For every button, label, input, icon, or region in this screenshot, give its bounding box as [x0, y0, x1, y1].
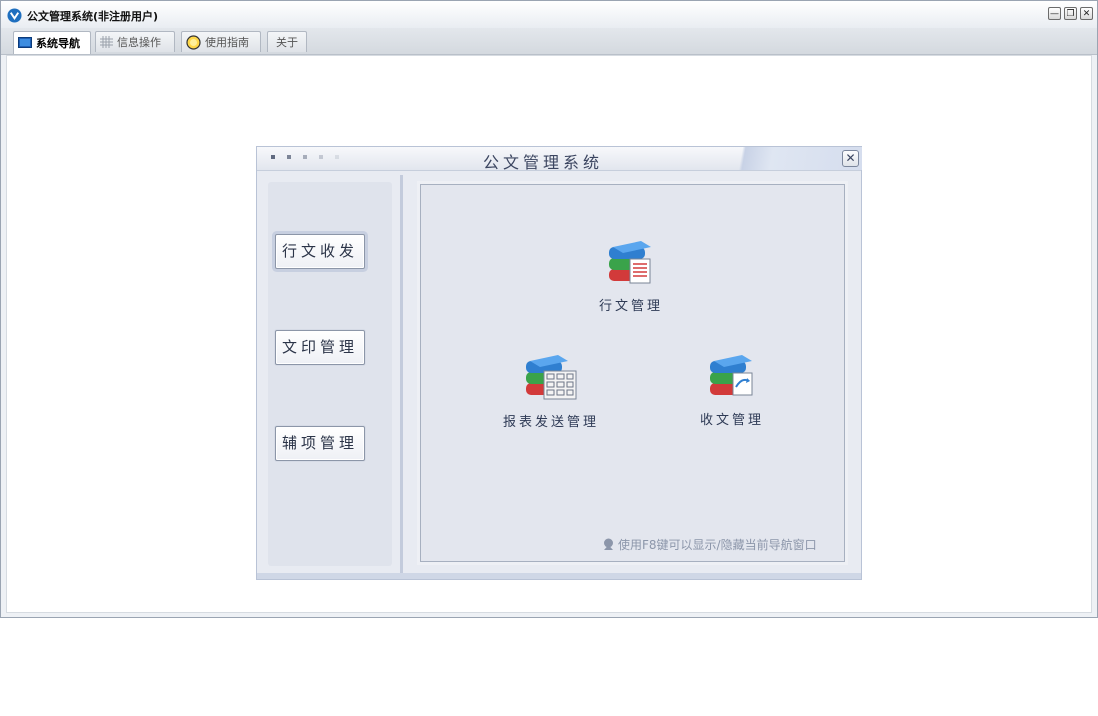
f8-hint: 使用F8键可以显示/隐藏当前导航窗口: [602, 536, 817, 553]
module-label: 收文管理: [699, 413, 764, 428]
hint-icon: [604, 538, 613, 550]
tab-about[interactable]: 关于: [267, 31, 307, 52]
decorative-dots: [271, 155, 339, 159]
minimize-button[interactable]: —: [1048, 7, 1061, 20]
grid-icon: [100, 36, 113, 48]
title-bar: 公文管理系统(非注册用户) — ❐ ✕: [1, 1, 1097, 29]
navigation-header: 公文管理系统 ✕: [257, 147, 862, 172]
app-logo-icon: [7, 8, 22, 23]
close-window-button[interactable]: ✕: [1080, 7, 1093, 20]
book-receive-icon: [710, 355, 753, 396]
tab-system-nav[interactable]: 系统导航: [13, 31, 91, 54]
tab-bar: 系统导航 信息操作 使用指南 关于: [1, 28, 1097, 55]
module-label: 报表发送管理: [502, 415, 599, 430]
module-document-management[interactable]: 行文管理: [591, 239, 671, 314]
module-panel: 行文管理 报表发送管理 收文管理 使用F8键可以显示/隐藏当前导航窗口: [420, 184, 845, 562]
sidebar-button-document-send-receive[interactable]: 行文收发: [275, 234, 365, 269]
navigation-dialog: 公文管理系统 ✕ 行文收发 文印管理 辅项管理 行文管理 报表发送管理 收文管理…: [256, 146, 862, 580]
navigation-footer-bar: [257, 573, 861, 579]
sidebar-divider: [400, 175, 403, 573]
restore-button[interactable]: ❐: [1064, 7, 1077, 20]
header-swoosh-decoration: [712, 147, 862, 170]
sidebar-button-auxiliary-management[interactable]: 辅项管理: [275, 426, 365, 461]
sidebar-button-print-management[interactable]: 文印管理: [275, 330, 365, 365]
navigation-title: 公文管理系统: [482, 153, 603, 172]
module-label: 行文管理: [598, 299, 663, 314]
tab-user-guide[interactable]: 使用指南: [181, 31, 261, 52]
tab-info-ops[interactable]: 信息操作: [95, 31, 175, 52]
window-title: 公文管理系统(非注册用户): [27, 10, 159, 23]
book-document-icon: [609, 241, 651, 284]
app-window: 公文管理系统(非注册用户) — ❐ ✕ 系统导航 信息操作 使用指南 关于 公文…: [0, 0, 1098, 618]
help-circle-icon: [186, 34, 201, 50]
book-report-icon: [526, 355, 577, 400]
monitor-icon: [18, 37, 32, 48]
hint-text: 使用F8键可以显示/隐藏当前导航窗口: [618, 538, 817, 552]
window-controls: — ❐ ✕: [1048, 7, 1093, 20]
module-receiving-management[interactable]: 收文管理: [692, 353, 772, 428]
navigation-close-button[interactable]: ✕: [842, 150, 859, 167]
module-report-sending[interactable]: 报表发送管理: [499, 353, 603, 430]
